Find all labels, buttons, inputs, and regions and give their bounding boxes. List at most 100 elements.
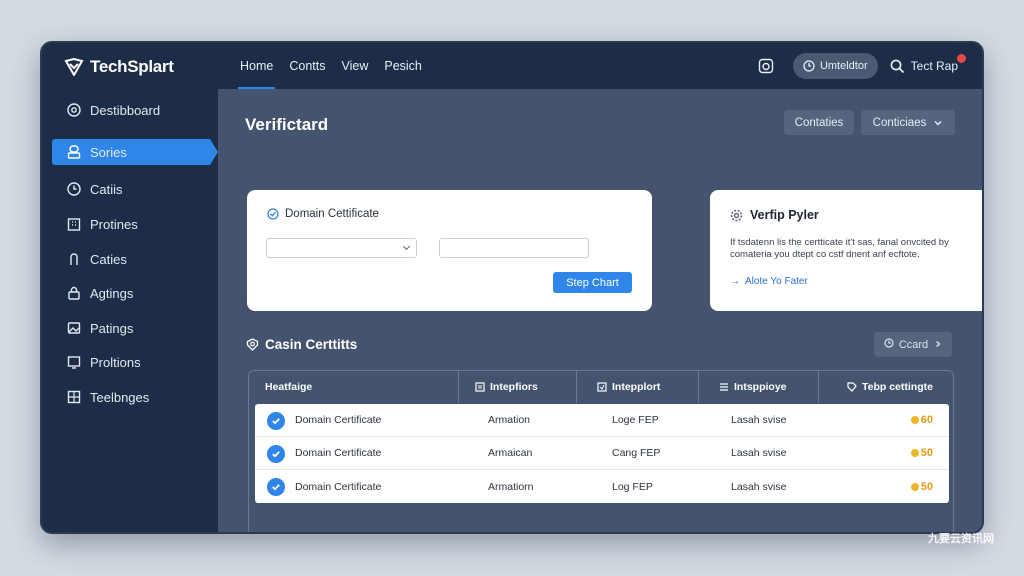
sidebar-item-protines[interactable]: Protines: [52, 211, 210, 237]
top-bar: Home Contts View Pesich Umteldtor Tect R…: [218, 43, 982, 89]
notification-dot: [957, 53, 966, 63]
score-dot: [910, 482, 919, 491]
gear-icon: [730, 209, 743, 221]
sidebar-item-catiis[interactable]: Catiis: [52, 176, 210, 202]
cell-name: Domain Certificate: [295, 447, 382, 459]
column-header[interactable]: Intepplort: [577, 371, 699, 403]
brand-logo[interactable]: TechSplart: [64, 57, 174, 77]
cell-col3: Cang FEP: [612, 447, 661, 459]
top-tabs: Home Contts View Pesich: [237, 43, 438, 89]
step-chart-button[interactable]: Step Chart: [553, 272, 632, 293]
tab-home[interactable]: Home: [237, 43, 276, 89]
arrow-right-icon: →: [730, 276, 740, 287]
card-button[interactable]: Ccard: [874, 332, 952, 357]
sidebar-item-teelbnges[interactable]: Teelbnges: [52, 384, 210, 410]
check-circle-icon: [267, 478, 285, 496]
doc-icon: [475, 382, 485, 392]
certificate-icon: [267, 208, 279, 220]
table-body: Domain Certificate Armation Loge FEP Las…: [255, 404, 949, 503]
sidebar-item-label: Teelbnges: [90, 389, 150, 405]
cell-col2: Armatiorn: [488, 480, 534, 493]
sidebar-item-caties[interactable]: Caties: [52, 246, 210, 272]
status-pill-button[interactable]: Umteldtor: [792, 53, 878, 79]
clock-icon: [884, 338, 894, 351]
domain-input[interactable]: [439, 238, 589, 258]
top-actions: Umteldtor Tect Rap: [753, 53, 966, 79]
table-row[interactable]: Domain Certificate Armation Loge FEP Las…: [255, 404, 949, 437]
tab-pesich[interactable]: Pesich: [384, 43, 422, 89]
tab-view[interactable]: View: [341, 43, 368, 89]
score-value: 50: [920, 480, 933, 493]
contaties-button[interactable]: Contaties: [784, 110, 854, 135]
user-menu[interactable]: Tect Rap: [890, 53, 966, 74]
sidebar-item-destibboard[interactable]: Destibboard: [52, 97, 210, 123]
cell-col4: Lasah svise: [731, 447, 787, 459]
verify-link-text: Alote Yo Fater: [745, 276, 808, 287]
score-value: 60: [920, 414, 933, 426]
monitor-icon: [66, 354, 82, 370]
grid-icon: [66, 389, 82, 405]
chevron-down-icon: [934, 120, 942, 126]
sidebar: TechSplart Destibboard Sories Catiis Pro…: [42, 43, 218, 532]
verify-card: Verfip Pyler If tsdatenn lis the certtic…: [710, 190, 982, 311]
column-header[interactable]: Heatfaige: [249, 371, 459, 403]
score-dot: [910, 449, 919, 457]
check-circle-icon: [267, 445, 285, 463]
column-header[interactable]: Tebp cettingte: [819, 371, 953, 403]
conticiaes-dropdown[interactable]: Conticiaes: [861, 110, 955, 135]
building-icon: [66, 216, 82, 232]
image-icon: [66, 320, 82, 336]
sidebar-item-label: Caties: [90, 251, 127, 267]
sidebar-item-label: Patings: [90, 320, 134, 336]
sidebar-item-label: Destibboard: [90, 102, 161, 118]
column-header[interactable]: Intepfiors: [459, 371, 577, 403]
app-window: TechSplart Destibboard Sories Catiis Pro…: [40, 41, 984, 534]
tag-icon: [847, 382, 857, 392]
card-button-label: Ccard: [898, 338, 929, 351]
dropdown-label: Conticiaes: [872, 116, 927, 129]
verify-link[interactable]: → Alote Yo Fater: [730, 276, 808, 287]
main-content: Verifictard Contaties Conticiaes Domain …: [218, 89, 982, 532]
verify-title: Verfip Pyler: [730, 208, 819, 222]
score-badge: 60: [910, 414, 933, 426]
column-header-label: Tebp cettingte: [862, 381, 933, 393]
sidebar-item-label: Sories: [90, 144, 127, 160]
doc-icon: [597, 382, 607, 392]
search-icon: [890, 59, 904, 73]
card-title: Domain Cettificate: [267, 208, 379, 220]
section-title-text: Casin Certtitts: [265, 337, 358, 352]
cell-name: Domain Certificate: [295, 414, 382, 426]
sidebar-item-agtings[interactable]: Agtings: [52, 280, 210, 306]
sidebar-item-patings[interactable]: Patings: [52, 315, 210, 341]
score-dot: [910, 416, 919, 424]
clock-icon: [66, 181, 82, 197]
cell-col3: Loge FEP: [612, 414, 659, 426]
sidebar-item-sories[interactable]: Sories: [52, 139, 218, 165]
pill-label: Umteldtor: [819, 60, 868, 72]
section-title: Casin Certtitts: [246, 337, 357, 352]
clock-icon: [803, 60, 815, 72]
watermark-text: 九要云资讯网: [928, 533, 994, 545]
card-title-text: Domain Cettificate: [285, 208, 379, 220]
cell-col3: Log FEP: [612, 480, 653, 493]
check-circle-icon: [267, 412, 285, 430]
hook-icon: [66, 251, 82, 267]
gauge-icon: [66, 102, 82, 118]
table-row[interactable]: Domain Certificate Armaican Cang FEP Las…: [255, 437, 949, 470]
domain-certificate-card: Domain Cettificate Step Chart: [247, 190, 652, 311]
domain-select[interactable]: [266, 238, 417, 258]
cell-name: Domain Certificate: [295, 480, 382, 493]
camera-icon[interactable]: [753, 53, 779, 79]
sidebar-item-proltions[interactable]: Proltions: [52, 349, 210, 375]
score-badge: 50: [910, 447, 933, 459]
column-header[interactable]: Intsppioye: [699, 371, 819, 403]
certificates-table: Heatfaige Intepfiors Intepplort Intsppio…: [248, 370, 954, 532]
sidebar-item-label: Agtings: [90, 285, 134, 301]
sidebar-item-label: Catiis: [90, 181, 123, 197]
column-header-label: Intepplort: [612, 381, 661, 393]
tab-contts[interactable]: Contts: [289, 43, 325, 89]
verify-description: If tsdatenn lis the certticate it't sas,…: [730, 237, 949, 260]
table-row[interactable]: Domain Certificate Armatiorn Log FEP Las…: [255, 470, 949, 503]
verify-title-text: Verfip Pyler: [750, 208, 819, 222]
column-header-label: Intsppioye: [734, 381, 787, 393]
